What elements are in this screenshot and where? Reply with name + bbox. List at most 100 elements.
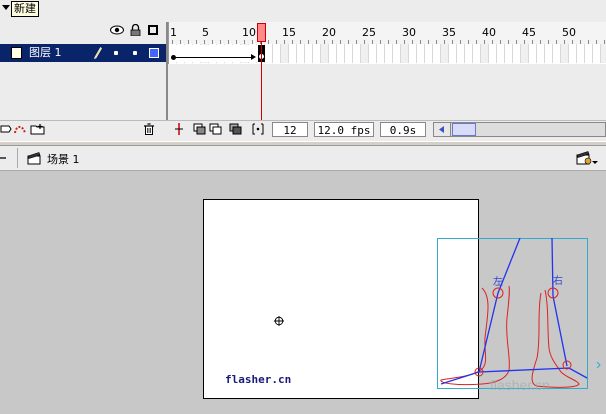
right-label: 右 <box>553 274 563 287</box>
frame-cell[interactable] <box>273 44 281 63</box>
frame-rate-field[interactable]: 12.0 fps <box>314 122 374 137</box>
frame-cell[interactable] <box>529 44 537 63</box>
edit-bar-separator <box>17 148 18 168</box>
motion-tween-span[interactable] <box>169 45 261 62</box>
frame-cell[interactable] <box>305 44 313 63</box>
right-foot-outline <box>531 289 580 388</box>
frame-cell[interactable] <box>393 44 401 63</box>
lock-dot[interactable] <box>133 51 137 55</box>
center-frame-icon[interactable] <box>174 123 184 135</box>
frame-cell[interactable] <box>585 44 593 63</box>
frame-ruler[interactable]: 1 5 10 15 20 25 30 35 40 45 50 <box>168 22 606 45</box>
eye-icon[interactable] <box>110 25 124 35</box>
frame-cell[interactable] <box>369 44 377 63</box>
visibility-dot[interactable] <box>114 51 118 55</box>
frame-number-label: 10 <box>242 26 256 39</box>
registration-point-icon <box>274 316 284 326</box>
frame-cell[interactable] <box>281 44 289 63</box>
onion-skin-outlines-icon[interactable] <box>209 123 223 135</box>
tween-arrow-line <box>176 57 254 58</box>
left-label: 左 <box>493 275 503 288</box>
frame-cell[interactable] <box>417 44 425 63</box>
frame-cell[interactable] <box>425 44 433 63</box>
frame-cell[interactable] <box>489 44 497 63</box>
frame-cell[interactable] <box>537 44 545 63</box>
frame-cell[interactable] <box>601 44 606 63</box>
frame-cell[interactable] <box>593 44 601 63</box>
frame-number-label: 40 <box>482 26 496 39</box>
edit-multiple-frames-icon[interactable] <box>229 123 243 135</box>
frame-cell[interactable] <box>553 44 561 63</box>
dropdown-arrow-icon[interactable] <box>592 161 598 164</box>
modify-onion-markers-icon[interactable] <box>251 123 265 135</box>
frame-number-label: 45 <box>522 26 536 39</box>
stage-text[interactable]: flasher.cn <box>225 373 291 386</box>
current-frame-field[interactable]: 12 <box>272 122 308 137</box>
layer-list <box>0 62 166 120</box>
insert-folder-icon[interactable] <box>30 123 48 135</box>
frame-cell[interactable] <box>497 44 505 63</box>
timeline-caption[interactable]: 新建 <box>0 0 60 18</box>
frame-cell[interactable] <box>561 44 569 63</box>
add-motion-guide-icon[interactable] <box>13 123 27 135</box>
scroll-thumb[interactable] <box>452 123 476 136</box>
frame-cell[interactable] <box>385 44 393 63</box>
frame-number-label: 1 <box>170 26 177 39</box>
layer-outline-color[interactable] <box>149 48 159 58</box>
frame-cell[interactable] <box>289 44 297 63</box>
frame-cell[interactable] <box>313 44 321 63</box>
frame-cell[interactable] <box>577 44 585 63</box>
lock-icon[interactable] <box>130 24 141 36</box>
frame-number-label: 5 <box>202 26 209 39</box>
frame-cell[interactable] <box>505 44 513 63</box>
collapse-dash-icon[interactable] <box>0 157 6 159</box>
frame-cell[interactable] <box>449 44 457 63</box>
frame-cell[interactable] <box>297 44 305 63</box>
outline-toggle-icon[interactable] <box>148 25 158 35</box>
symbol-bounding-box <box>437 238 588 389</box>
frame-cell[interactable] <box>433 44 441 63</box>
frame-number-label: 50 <box>562 26 576 39</box>
frame-cell[interactable] <box>441 44 449 63</box>
frame-number-label: 25 <box>362 26 376 39</box>
insert-layer-icon[interactable] <box>0 123 12 135</box>
frame-cell[interactable] <box>409 44 417 63</box>
frame-cell[interactable] <box>521 44 529 63</box>
scroll-left-icon[interactable] <box>434 123 451 136</box>
frame-number-label: 30 <box>402 26 416 39</box>
timeline-tooltip: 新建 <box>11 1 39 17</box>
frame-cell[interactable] <box>513 44 521 63</box>
layer-row[interactable] <box>0 44 166 62</box>
frame-cell[interactable] <box>337 44 345 63</box>
playhead[interactable] <box>257 23 266 42</box>
onion-skin-icon[interactable] <box>193 123 207 135</box>
frame-cell[interactable] <box>345 44 353 63</box>
frame-cell[interactable] <box>569 44 577 63</box>
feet-symbol-instance[interactable]: 左 右 <box>437 238 606 391</box>
layer-name[interactable]: 图层 1 <box>29 46 62 60</box>
frame-cell[interactable] <box>473 44 481 63</box>
frame-cell[interactable] <box>265 44 273 63</box>
frame-cell[interactable] <box>465 44 473 63</box>
frame-cell[interactable] <box>457 44 465 63</box>
frame-cell[interactable] <box>481 44 489 63</box>
transform-handle-icon[interactable] <box>596 361 601 369</box>
frame-cell[interactable] <box>545 44 553 63</box>
pencil-icon <box>94 47 102 59</box>
frame-cell[interactable] <box>321 44 329 63</box>
delete-layer-icon[interactable] <box>143 123 155 135</box>
scene-label[interactable]: 场景 1 <box>47 151 80 167</box>
edit-bar <box>0 146 606 171</box>
frame-cell[interactable] <box>377 44 385 63</box>
frame-number-label: 20 <box>322 26 336 39</box>
foot-bones <box>440 238 588 385</box>
frame-cell[interactable] <box>361 44 369 63</box>
scene-clapper-icon <box>27 152 41 165</box>
frame-cell[interactable] <box>329 44 337 63</box>
frame-cell[interactable] <box>353 44 361 63</box>
edit-symbols-icon[interactable] <box>576 151 592 165</box>
elapsed-time-field: 0.9s <box>380 122 426 137</box>
frame-cell[interactable] <box>401 44 409 63</box>
frame-number-label: 35 <box>442 26 456 39</box>
collapse-arrow-icon[interactable] <box>2 5 10 10</box>
